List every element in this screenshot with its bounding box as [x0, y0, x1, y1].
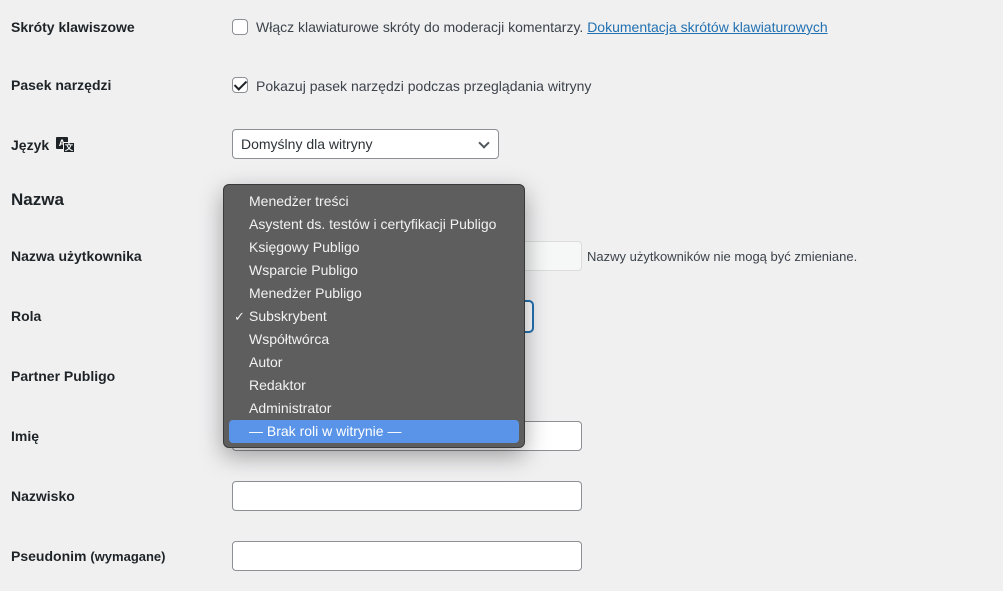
- role-option-highlighted[interactable]: — Brak roli w witrynie —: [229, 420, 519, 443]
- role-label: Rola: [11, 308, 42, 324]
- role-option[interactable]: Administrator: [229, 397, 519, 420]
- last-name-label: Nazwisko: [11, 488, 75, 504]
- language-select-value: Domyślny dla witryny: [241, 136, 373, 152]
- username-label: Nazwa użytkownika: [11, 248, 142, 264]
- role-option[interactable]: Menedżer treści: [229, 190, 519, 213]
- role-option[interactable]: Autor: [229, 351, 519, 374]
- nickname-required: (wymagane): [90, 549, 166, 564]
- shortcuts-checkbox[interactable]: [232, 19, 248, 35]
- partner-label: Partner Publigo: [11, 368, 116, 384]
- shortcuts-docs-link[interactable]: Dokumentacja skrótów klawiaturowych: [587, 19, 827, 35]
- toolbar-checkbox[interactable]: [232, 77, 248, 93]
- role-option[interactable]: Współtwórca: [229, 328, 519, 351]
- nickname-label: Pseudonim: [11, 548, 87, 564]
- role-option[interactable]: Redaktor: [229, 374, 519, 397]
- name-section-title: Nazwa: [11, 190, 64, 209]
- language-select[interactable]: Domyślny dla witryny: [232, 129, 499, 159]
- role-option[interactable]: Księgowy Publigo: [229, 236, 519, 259]
- language-label: Język: [11, 137, 50, 153]
- role-option[interactable]: Menedżer Publigo: [229, 282, 519, 305]
- last-name-input[interactable]: [232, 481, 582, 511]
- role-option[interactable]: Asystent ds. testów i certyfikacji Publi…: [229, 213, 519, 236]
- role-dropdown-menu: Menedżer treści Asystent ds. testów i ce…: [223, 184, 525, 448]
- nickname-label-row: Pseudonim (wymagane): [11, 548, 166, 564]
- shortcuts-label: Skróty klawiszowe: [11, 19, 135, 35]
- chevron-down-icon: [478, 137, 490, 149]
- translation-icon: A文: [56, 137, 76, 153]
- shortcuts-checkbox-label: Włącz klawiaturowe skróty do moderacji k…: [256, 19, 584, 35]
- first-name-label: Imię: [11, 428, 40, 444]
- role-option[interactable]: Wsparcie Publigo: [229, 259, 519, 282]
- language-label-row: Język A文: [11, 137, 76, 153]
- toolbar-checkbox-label: Pokazuj pasek narzędzi podczas przegląda…: [256, 78, 592, 94]
- shortcuts-checkbox-text: Włącz klawiaturowe skróty do moderacji k…: [256, 19, 828, 35]
- role-option-selected[interactable]: Subskrybent: [229, 305, 519, 328]
- nickname-input[interactable]: [232, 541, 582, 571]
- username-hint: Nazwy użytkowników nie mogą być zmienian…: [587, 249, 858, 264]
- toolbar-label: Pasek narzędzi: [11, 77, 112, 93]
